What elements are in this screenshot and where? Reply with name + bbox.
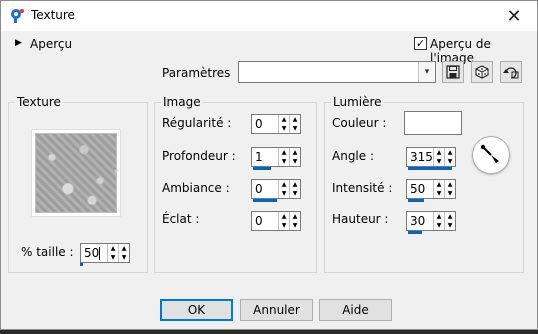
- presets-dropdown[interactable]: ▾: [238, 61, 436, 83]
- intensity-value[interactable]: 50: [410, 182, 425, 196]
- angle-slider-fill[interactable]: [408, 167, 452, 170]
- light-color-swatch[interactable]: [404, 111, 462, 135]
- depth-value[interactable]: 1: [255, 150, 263, 164]
- preview-toggle-label[interactable]: Aperçu: [30, 37, 72, 51]
- cancel-button[interactable]: Annuler: [240, 299, 313, 321]
- depth-spinner[interactable]: 1 ▲ ▼ ▲ ▼: [251, 147, 301, 170]
- light-group-legend: Lumière: [333, 95, 382, 109]
- regularity-arrows[interactable]: ▲ ▼ ▲ ▼: [278, 115, 300, 133]
- shine-arrows[interactable]: ▲ ▼ ▲ ▼: [278, 212, 300, 230]
- reset-icon: [503, 67, 519, 79]
- regularity-label: Régularité :: [162, 116, 232, 130]
- shine-spinner[interactable]: 0 ▲ ▼ ▲ ▼: [251, 211, 301, 231]
- depth-label: Profondeur :: [162, 149, 236, 163]
- color-label: Couleur :: [332, 116, 387, 130]
- size-label: % taille :: [21, 245, 74, 259]
- close-icon[interactable]: ✕: [491, 1, 537, 31]
- texture-dialog: Texture ✕ ▶ Aperçu ✓ Aperçu de l'image P…: [0, 0, 538, 330]
- ambiance-value[interactable]: 0: [255, 182, 263, 196]
- text-cursor: [99, 247, 100, 260]
- size-spinner[interactable]: 50 ▲ ▼ ▲ ▼: [80, 243, 130, 263]
- regularity-value[interactable]: 0: [255, 117, 263, 131]
- presets-label: Paramètres: [162, 66, 231, 80]
- swatch-dropdown-icon[interactable]: ▾: [114, 167, 118, 176]
- random-icon: [475, 65, 489, 79]
- intensity-spinner[interactable]: 50 ▲ ▼ ▲ ▼: [406, 179, 456, 202]
- angle-arrows[interactable]: ▲ ▼ ▲ ▼: [433, 148, 455, 166]
- intensity-label: Intensité :: [332, 181, 393, 195]
- height-label: Hauteur :: [332, 212, 389, 226]
- size-value[interactable]: 50: [84, 246, 99, 260]
- height-spinner[interactable]: 30 ▲ ▼ ▲ ▼: [406, 211, 456, 234]
- help-button[interactable]: Aide: [319, 299, 392, 321]
- regularity-spinner[interactable]: 0 ▲ ▼ ▲ ▼: [251, 114, 301, 134]
- depth-slider-fill[interactable]: [253, 167, 271, 170]
- shine-value[interactable]: 0: [255, 214, 263, 228]
- ambiance-arrows[interactable]: ▲ ▼ ▲ ▼: [278, 180, 300, 198]
- angle-dial[interactable]: [472, 136, 510, 174]
- preview-image-checkbox[interactable]: ✓: [414, 37, 427, 50]
- intensity-arrows[interactable]: ▲ ▼ ▲ ▼: [433, 180, 455, 198]
- intensity-slider-fill[interactable]: [408, 199, 424, 202]
- size-spinner-arrows[interactable]: ▲ ▼ ▲ ▼: [107, 244, 129, 262]
- chevron-down-icon[interactable]: ▾: [418, 62, 435, 82]
- window-title: Texture: [31, 8, 75, 22]
- reset-defaults-button[interactable]: [500, 61, 522, 83]
- texture-swatch[interactable]: [35, 133, 117, 213]
- depth-arrows[interactable]: ▲ ▼ ▲ ▼: [278, 148, 300, 166]
- title-bar: Texture ✕: [1, 1, 537, 31]
- ok-button[interactable]: OK: [160, 299, 233, 321]
- random-parameters-button[interactable]: [471, 61, 493, 83]
- ambiance-slider-fill[interactable]: [253, 199, 277, 202]
- save-icon: [446, 65, 460, 79]
- texture-group-legend: Texture: [17, 95, 61, 109]
- height-arrows[interactable]: ▲ ▼ ▲ ▼: [433, 212, 455, 230]
- size-focus-marker: [80, 263, 83, 266]
- ambiance-label: Ambiance :: [162, 181, 230, 195]
- height-value[interactable]: 30: [410, 214, 425, 228]
- angle-label: Angle :: [332, 149, 375, 163]
- image-group-legend: Image: [163, 95, 201, 109]
- angle-dial-needle-icon: [480, 144, 499, 163]
- angle-spinner[interactable]: 315 ▲ ▼ ▲ ▼: [406, 147, 456, 170]
- expand-arrow-icon[interactable]: ▶: [15, 38, 22, 48]
- shine-label: Éclat :: [162, 212, 200, 226]
- ambiance-spinner[interactable]: 0 ▲ ▼ ▲ ▼: [251, 179, 301, 202]
- height-slider-fill[interactable]: [408, 231, 422, 234]
- angle-value[interactable]: 315: [410, 150, 433, 164]
- save-preset-button[interactable]: [442, 61, 464, 83]
- app-icon: [11, 9, 24, 23]
